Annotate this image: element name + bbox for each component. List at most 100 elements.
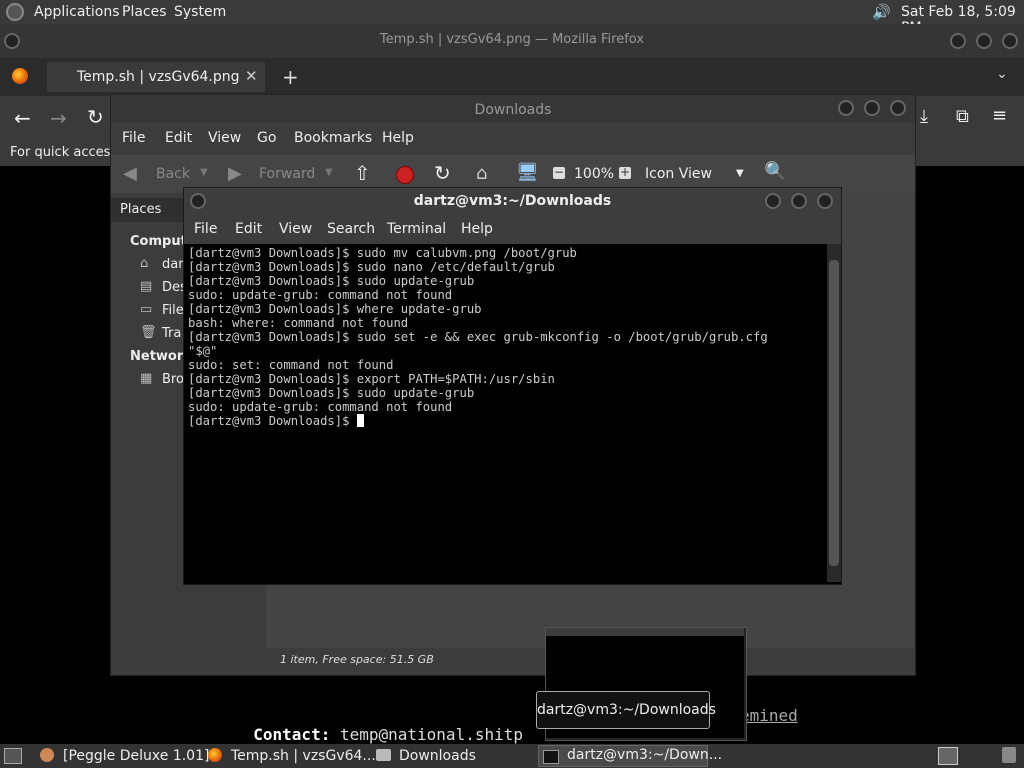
minimize-icon[interactable] xyxy=(838,100,854,116)
reload-icon[interactable]: ↻ xyxy=(434,161,451,185)
tab-list-icon[interactable]: ⌄ xyxy=(996,66,1008,82)
taskbar-item-terminal-active[interactable]: dartz@vm3:~/Down... xyxy=(538,745,722,767)
bottom-taskbar: [Peggle Deluxe 1.01] Temp.sh | vzsGv64..… xyxy=(0,744,1024,768)
menu-edit[interactable]: Edit xyxy=(165,130,192,146)
nautilus-menubar: File Edit View Go Bookmarks Help xyxy=(111,123,915,155)
terminal-line: sudo: set: command not found xyxy=(188,358,394,372)
maximize-icon[interactable] xyxy=(791,193,807,209)
new-tab-icon[interactable]: + xyxy=(282,65,299,89)
minimize-icon[interactable] xyxy=(950,33,966,49)
contact-line: Contact: temp@national.shitp xyxy=(234,706,523,744)
menu-view[interactable]: View xyxy=(208,130,241,146)
minimize-icon[interactable] xyxy=(765,193,781,209)
terminal-window: dartz@vm3:~/Downloads File Edit View Sea… xyxy=(183,187,842,585)
forward-dropdown-icon[interactable]: ▼ xyxy=(325,167,333,178)
contact-link[interactable]: emined xyxy=(740,706,798,725)
extensions-icon[interactable]: ⧉ xyxy=(956,106,969,127)
taskbar-item-peggle[interactable]: [Peggle Deluxe 1.01] xyxy=(63,744,209,768)
maximize-icon[interactable] xyxy=(864,100,880,116)
zoom-level: 100% xyxy=(574,166,615,182)
menu-file[interactable]: File xyxy=(122,130,145,146)
up-icon[interactable]: ⇧ xyxy=(354,161,371,185)
menu-bookmarks[interactable]: Bookmarks xyxy=(294,130,372,146)
close-icon[interactable] xyxy=(817,193,833,209)
places-menu[interactable]: Places xyxy=(122,4,167,20)
network-icon: ▦ xyxy=(140,371,153,386)
reload-icon[interactable]: ↻ xyxy=(87,105,104,129)
downloads-icon[interactable]: ⤓ xyxy=(920,106,928,127)
hamburger-menu-icon[interactable]: ≡ xyxy=(992,105,1007,126)
trash-applet-icon[interactable] xyxy=(1002,747,1016,763)
terminal-prompt-line: [dartz@vm3 Downloads]$ xyxy=(188,414,823,428)
forward-arrow-icon[interactable]: → xyxy=(50,106,67,130)
terminal-icon xyxy=(543,750,559,764)
contact-email[interactable]: temp@national.shitp xyxy=(340,725,523,744)
sidebar-item-trash[interactable]: Tra xyxy=(162,326,181,341)
back-icon[interactable]: ◀ xyxy=(123,163,137,184)
tab-label: Temp.sh | vzsGv64.png xyxy=(77,69,240,85)
sidebar-item-filesystem[interactable]: File xyxy=(162,303,184,318)
terminal-line: [dartz@vm3 Downloads]$ export PATH=$PATH… xyxy=(188,372,555,386)
desktop-icon: ▤ xyxy=(140,279,153,294)
menu-help[interactable]: Help xyxy=(382,130,414,146)
peggle-icon xyxy=(40,748,54,762)
sidebar-section-computer: Comput xyxy=(130,234,187,249)
applications-menu[interactable]: Applications xyxy=(34,4,120,20)
back-button[interactable]: Back xyxy=(156,166,190,182)
menu-terminal[interactable]: Terminal xyxy=(387,221,446,237)
system-menu[interactable]: System xyxy=(174,4,226,20)
home-icon[interactable]: ⌂ xyxy=(476,163,487,184)
terminal-line: "$@" xyxy=(188,344,218,358)
filesystem-icon: ▭ xyxy=(140,302,153,317)
terminal-menubar: File Edit View Search Terminal Help xyxy=(184,216,841,244)
trash-icon: 🗑 xyxy=(140,325,157,340)
show-desktop-icon[interactable] xyxy=(4,748,22,764)
firefox-taskbar-icon xyxy=(208,748,222,762)
back-dropdown-icon[interactable]: ▼ xyxy=(200,167,208,178)
firefox-window-title: Temp.sh | vzsGv64.png — Mozilla Firefox xyxy=(379,32,645,47)
workspace-switcher-icon[interactable] xyxy=(938,747,958,765)
firefox-logo-icon xyxy=(12,68,28,84)
contact-label: Contact: xyxy=(253,725,331,744)
menu-search[interactable]: Search xyxy=(327,221,375,237)
tab-close-icon[interactable]: ✕ xyxy=(245,67,258,85)
view-mode-select[interactable]: Icon View xyxy=(645,166,712,182)
menu-file[interactable]: File xyxy=(194,221,217,237)
menu-view[interactable]: View xyxy=(279,221,312,237)
volume-icon[interactable]: 🔊 xyxy=(872,3,891,21)
menu-edit[interactable]: Edit xyxy=(235,221,262,237)
menu-help[interactable]: Help xyxy=(461,221,493,237)
terminal-line: [dartz@vm3 Downloads]$ sudo update-grub xyxy=(188,386,475,400)
status-text: 1 item, Free space: 51.5 GB xyxy=(280,653,434,666)
menu-go[interactable]: Go xyxy=(257,130,276,146)
maximize-icon[interactable] xyxy=(976,33,992,49)
terminal-cursor xyxy=(356,414,364,427)
search-icon[interactable]: 🔍 xyxy=(764,161,786,182)
stop-icon[interactable] xyxy=(396,166,414,184)
gnome-foot-icon[interactable] xyxy=(6,3,24,21)
terminal-titlebar: dartz@vm3:~/Downloads xyxy=(184,188,841,216)
terminal-line: [dartz@vm3 Downloads]$ sudo set -e && ex… xyxy=(188,330,768,344)
forward-button[interactable]: Forward xyxy=(259,166,315,182)
computer-icon[interactable]: 🖥 xyxy=(516,162,539,183)
forward-icon[interactable]: ▶ xyxy=(228,163,242,184)
preview-menubar xyxy=(546,628,744,636)
zoom-in-icon[interactable]: + xyxy=(619,166,631,179)
taskbar-item-firefox[interactable]: Temp.sh | vzsGv64.... xyxy=(231,744,380,768)
terminal-line: [dartz@vm3 Downloads]$ sudo update-grub xyxy=(188,274,475,288)
close-icon[interactable] xyxy=(1002,33,1018,49)
sidebar-header-label: Places xyxy=(120,202,162,217)
home-folder-icon: ⌂ xyxy=(140,256,149,271)
terminal-output[interactable]: [dartz@vm3 Downloads]$ sudo mv calubvm.p… xyxy=(184,244,827,582)
sidebar-item-browse-network[interactable]: Bro xyxy=(162,372,184,387)
taskbar-item-downloads[interactable]: Downloads xyxy=(399,744,476,768)
terminal-scrollbar-thumb[interactable] xyxy=(829,260,839,566)
tab-temp-sh[interactable]: Temp.sh | vzsGv64.png ✕ xyxy=(47,62,265,92)
terminal-prompt: [dartz@vm3 Downloads]$ xyxy=(188,414,357,428)
back-arrow-icon[interactable]: ← xyxy=(14,106,31,130)
zoom-out-icon[interactable]: − xyxy=(553,166,565,179)
terminal-line: bash: where: command not found xyxy=(188,316,409,330)
close-icon[interactable] xyxy=(890,100,906,116)
sidebar-item-home[interactable]: dar xyxy=(162,257,184,272)
view-mode-dropdown-icon[interactable]: ▼ xyxy=(736,168,744,179)
